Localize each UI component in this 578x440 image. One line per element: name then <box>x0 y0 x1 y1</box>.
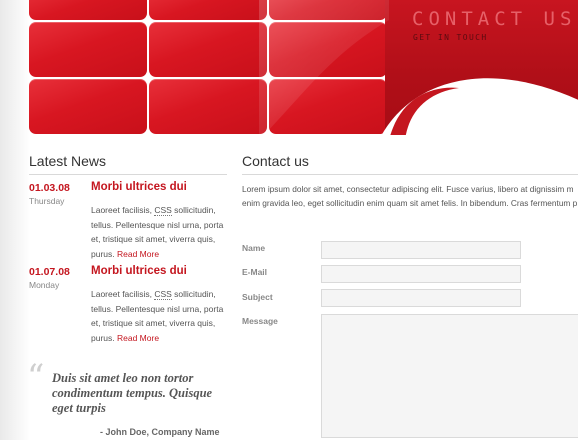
testimonial-quote: Duis sit amet leo non tortor condimentum… <box>52 371 213 415</box>
news-body: Laoreet facilisis, CSS sollicitudin, tel… <box>91 203 226 261</box>
email-label: E-Mail <box>242 267 268 277</box>
contact-intro-line: enim gravida leo, eget sollicitudin enim… <box>242 198 578 208</box>
news-item: 01.03.08 Thursday Morbi ultrices dui Lao… <box>29 181 227 262</box>
news-item: 01.07.08 Monday Morbi ultrices dui Laore… <box>29 265 227 346</box>
contact-divider <box>242 174 578 175</box>
testimonial-author: - John Doe, Company Name <box>100 427 220 437</box>
email-field[interactable] <box>321 265 521 283</box>
contact-intro: Lorem ipsum dolor sit amet, consectetur … <box>242 182 578 210</box>
news-date: 01.03.08 <box>29 182 70 194</box>
name-label: Name <box>242 243 266 253</box>
read-more-link[interactable]: Read More <box>117 333 159 343</box>
left-shadow <box>0 0 30 440</box>
message-field[interactable] <box>321 314 578 438</box>
news-heading: Latest News <box>29 153 107 169</box>
header-tile <box>149 22 267 77</box>
news-title-link[interactable]: Morbi ultrices dui <box>91 181 187 193</box>
contact-intro-line: Lorem ipsum dolor sit amet, consectetur … <box>242 184 574 194</box>
header-title: CONTACT US <box>412 8 577 30</box>
quote-mark-icon: “ <box>27 357 45 397</box>
css-abbr: CSS <box>154 289 172 300</box>
subject-label: Subject <box>242 292 273 302</box>
subject-field[interactable] <box>321 289 521 307</box>
news-body-text: Laoreet facilisis, <box>91 289 155 299</box>
header-tile <box>29 0 147 20</box>
contact-heading: Contact us <box>242 153 309 169</box>
news-date: 01.07.08 <box>29 266 70 278</box>
header-tile <box>149 79 267 134</box>
read-more-link[interactable]: Read More <box>117 249 159 259</box>
name-field[interactable] <box>321 241 521 259</box>
news-body: Laoreet facilisis, CSS sollicitudin, tel… <box>91 287 226 345</box>
header-tile <box>29 22 147 77</box>
news-day: Monday <box>29 280 60 290</box>
css-abbr: CSS <box>154 205 172 216</box>
header-tile <box>29 79 147 134</box>
news-day: Thursday <box>29 196 65 206</box>
news-divider <box>29 174 227 175</box>
message-label: Message <box>242 316 278 326</box>
news-title-link[interactable]: Morbi ultrices dui <box>91 265 187 277</box>
header-subtitle: GET IN TOUCH <box>413 33 488 42</box>
news-body-text: Laoreet facilisis, <box>91 205 155 215</box>
header-tile <box>149 0 267 20</box>
